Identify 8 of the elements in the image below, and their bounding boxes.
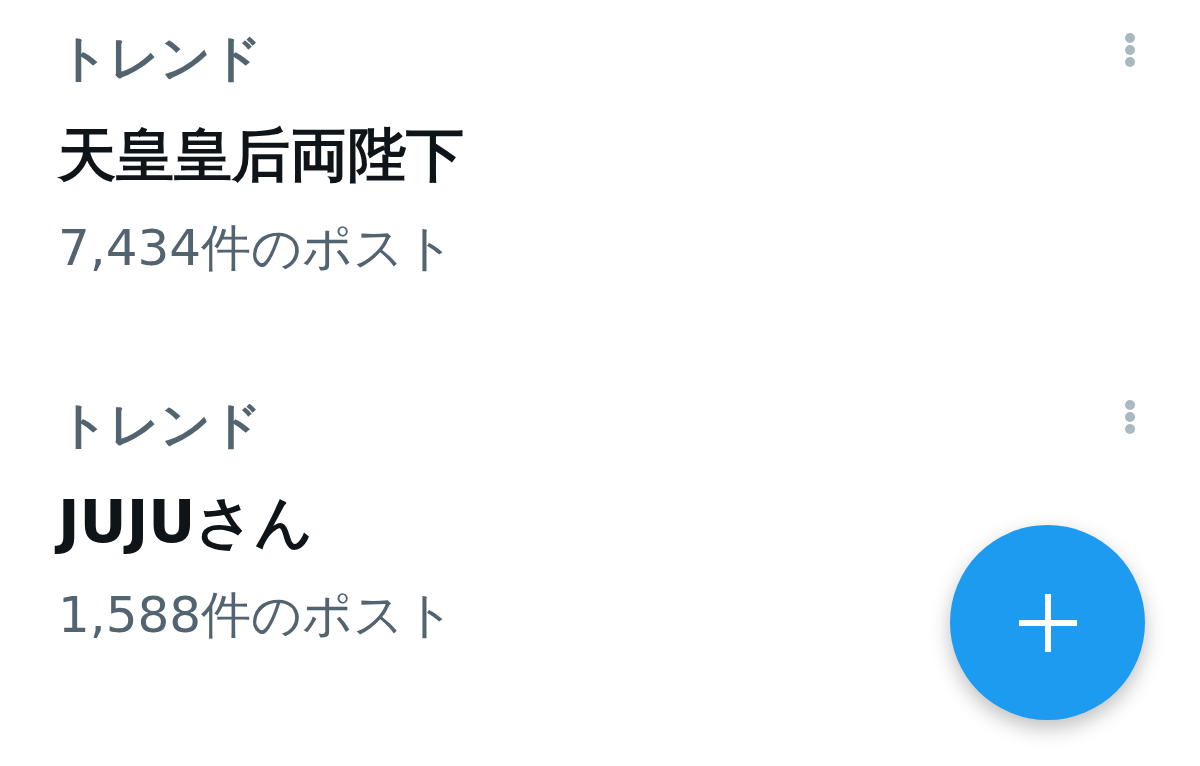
- post-count: 7,434件のポスト: [58, 218, 456, 278]
- more-icon[interactable]: [1124, 399, 1136, 435]
- trend-category: トレンド: [58, 395, 262, 455]
- plus-icon: [1018, 593, 1077, 652]
- trend-category: トレンド: [58, 28, 262, 88]
- post-count: 1,588件のポスト: [58, 585, 456, 645]
- more-icon[interactable]: [1124, 32, 1136, 68]
- trend-title[interactable]: 天皇皇后両陛下: [58, 120, 464, 190]
